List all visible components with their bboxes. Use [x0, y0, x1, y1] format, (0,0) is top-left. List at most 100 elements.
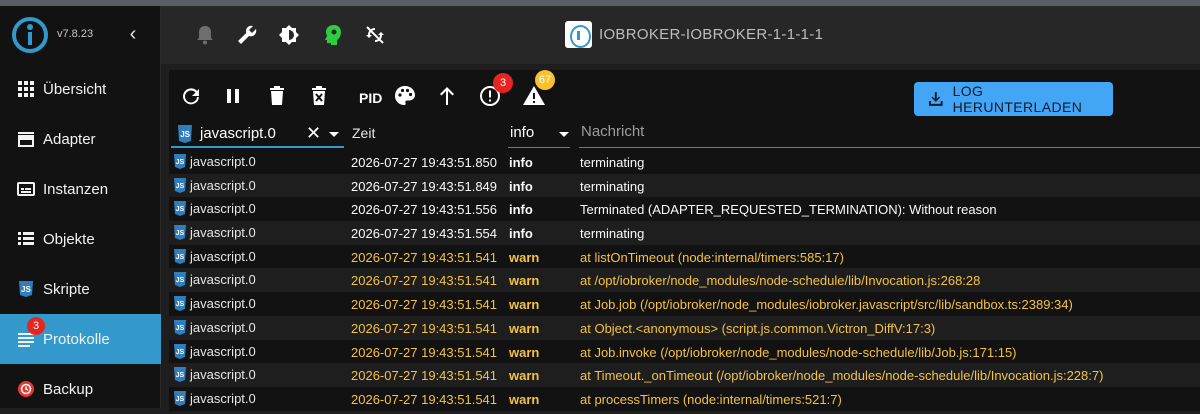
- sidebar-item-adapter[interactable]: Adapter: [0, 114, 161, 164]
- svg-text:JS: JS: [176, 277, 185, 284]
- sidebar-item-scripts[interactable]: JS Skripte: [0, 264, 161, 314]
- log-row[interactable]: JS javascript.0 2026-07-27 19:43:51.541 …: [169, 244, 1200, 269]
- log-source: javascript.0: [190, 225, 256, 241]
- javascript-icon: JS: [19, 281, 33, 297]
- sidebar-item-label: Adapter: [43, 130, 96, 148]
- log-time: 2026-07-27 19:43:51.850: [351, 155, 498, 170]
- log-row[interactable]: JS javascript.0 2026-07-27 19:43:51.541 …: [169, 268, 1200, 293]
- log-level: warn: [509, 391, 540, 407]
- log-level: warn: [509, 273, 540, 289]
- sidebar-item-instances[interactable]: Instanzen: [0, 164, 161, 214]
- bell-icon[interactable]: [193, 23, 217, 47]
- expert-mode-icon[interactable]: [321, 23, 345, 47]
- logs-panel: PID 3 67 LOG HERUNTERLADEN JS javascript…: [161, 64, 1200, 411]
- source-filter-select[interactable]: JS javascript.0 ✕: [171, 120, 344, 148]
- log-time: 2026-07-27 19:43:51.541: [351, 368, 498, 384]
- log-source: javascript.0: [190, 367, 256, 383]
- svg-text:JS: JS: [176, 159, 185, 166]
- log-filter-bar: JS javascript.0 ✕ Zeit info Nachricht: [169, 118, 1200, 150]
- message-filter-input[interactable]: Nachricht: [581, 123, 644, 140]
- sidebar-item-logs[interactable]: 3 Protokolle: [0, 314, 161, 364]
- log-level: info: [509, 178, 533, 194]
- sidebar-item-label: Skripte: [43, 280, 90, 298]
- sidebar-item-label: Protokolle: [43, 330, 110, 348]
- javascript-icon: JS: [174, 296, 186, 312]
- palette-icon[interactable]: [393, 84, 417, 108]
- log-source: javascript.0: [190, 248, 256, 264]
- sidebar-item-label: Instanzen: [43, 180, 109, 198]
- javascript-icon: JS: [174, 390, 186, 406]
- log-time: 2026-07-27 19:43:51.541: [351, 344, 498, 360]
- log-source: javascript.0: [190, 390, 256, 406]
- log-time: 2026-07-27 19:43:51.541: [351, 273, 498, 289]
- log-level: warn: [509, 297, 540, 313]
- chevron-down-icon[interactable]: [559, 132, 569, 137]
- source-filter-value: javascript.0: [200, 125, 276, 142]
- javascript-icon: JS: [174, 272, 186, 288]
- svg-text:JS: JS: [176, 183, 185, 190]
- refresh-icon[interactable]: [179, 84, 203, 108]
- log-message: at Object.<anonymous> (script.js.common.…: [580, 320, 936, 336]
- log-table: JS javascript.0 2026-07-27 19:43:51.850 …: [169, 150, 1200, 411]
- download-log-button[interactable]: LOG HERUNTERLADEN: [914, 82, 1113, 116]
- log-row[interactable]: JS javascript.0 2026-07-27 19:43:51.850 …: [169, 150, 1200, 174]
- delete-icon[interactable]: [265, 84, 289, 108]
- log-source: javascript.0: [190, 272, 256, 288]
- sync-off-icon[interactable]: [363, 23, 387, 47]
- chevron-down-icon[interactable]: [329, 132, 339, 137]
- log-level: warn: [509, 320, 540, 336]
- log-row[interactable]: JS javascript.0 2026-07-27 19:43:51.541 …: [169, 339, 1200, 364]
- sidebar-item-label: Backup: [43, 380, 94, 398]
- sidebar-item-objects[interactable]: Objekte: [0, 214, 161, 264]
- pause-icon[interactable]: [221, 84, 245, 108]
- log-row[interactable]: JS javascript.0 2026-07-27 19:43:51.541 …: [169, 386, 1200, 411]
- log-message: at Timeout._onTimeout (/opt/iobroker/nod…: [580, 368, 1104, 384]
- clear-filter-icon[interactable]: ✕: [306, 123, 321, 144]
- svg-text:JS: JS: [176, 372, 185, 379]
- log-row[interactable]: JS javascript.0 2026-07-27 19:43:51.541 …: [169, 292, 1200, 316]
- svg-text:JS: JS: [176, 349, 185, 356]
- instances-icon: [17, 182, 35, 196]
- log-level: warn: [509, 249, 540, 265]
- log-time: 2026-07-27 19:43:51.541: [351, 320, 498, 336]
- javascript-icon: JS: [174, 201, 186, 217]
- javascript-icon: JS: [174, 225, 186, 241]
- log-level: info: [509, 155, 533, 170]
- javascript-icon: JS: [178, 125, 192, 143]
- log-time: 2026-07-27 19:43:51.556: [351, 202, 498, 218]
- brightness-icon[interactable]: [277, 23, 301, 47]
- javascript-icon: JS: [174, 154, 186, 169]
- download-icon: [928, 92, 943, 106]
- svg-text:JS: JS: [176, 301, 185, 308]
- level-filter-underline: [508, 147, 570, 148]
- log-message: at Job.invoke (/opt/iobroker/node_module…: [580, 344, 1017, 360]
- sidebar-item-backup[interactable]: Backup: [0, 364, 161, 414]
- download-log-label: LOG HERUNTERLADEN: [952, 83, 1083, 115]
- level-filter-select[interactable]: info: [510, 124, 534, 141]
- pid-toggle[interactable]: PID: [359, 90, 382, 106]
- iobroker-logo[interactable]: [12, 17, 48, 53]
- sidebar-item-overview[interactable]: Übersicht: [0, 64, 161, 114]
- log-message: terminating: [580, 226, 645, 242]
- log-time: 2026-07-27 19:43:51.849: [351, 178, 498, 194]
- host-name: IOBROKER-IOBROKER-1-1-1-1: [599, 26, 824, 43]
- log-source: javascript.0: [190, 319, 256, 335]
- log-message: at Job.job (/opt/iobroker/node_modules/i…: [580, 297, 1073, 313]
- sidebar-item-label: Übersicht: [43, 80, 107, 98]
- collapse-sidebar-chevron-icon[interactable]: ‹: [124, 23, 142, 45]
- javascript-icon: JS: [174, 319, 186, 335]
- log-time: 2026-07-27 19:43:51.541: [351, 249, 498, 265]
- log-source: javascript.0: [190, 177, 256, 193]
- delete-log-file-icon[interactable]: [307, 84, 331, 108]
- wrench-icon[interactable]: [235, 23, 259, 47]
- top-app-bar: IOBROKER-IOBROKER-1-1-1-1: [161, 6, 1200, 64]
- log-row[interactable]: JS javascript.0 2026-07-27 19:43:51.554 …: [169, 221, 1200, 245]
- log-row[interactable]: JS javascript.0 2026-07-27 19:43:51.849 …: [169, 173, 1200, 198]
- log-source: javascript.0: [190, 296, 256, 312]
- log-level: warn: [509, 368, 540, 384]
- log-row[interactable]: JS javascript.0 2026-07-27 19:43:51.541 …: [169, 315, 1200, 340]
- svg-text:JS: JS: [21, 285, 31, 294]
- log-row[interactable]: JS javascript.0 2026-07-27 19:43:51.556 …: [169, 197, 1200, 222]
- arrow-up-icon[interactable]: [435, 84, 459, 108]
- log-row[interactable]: JS javascript.0 2026-07-27 19:43:51.541 …: [169, 363, 1200, 387]
